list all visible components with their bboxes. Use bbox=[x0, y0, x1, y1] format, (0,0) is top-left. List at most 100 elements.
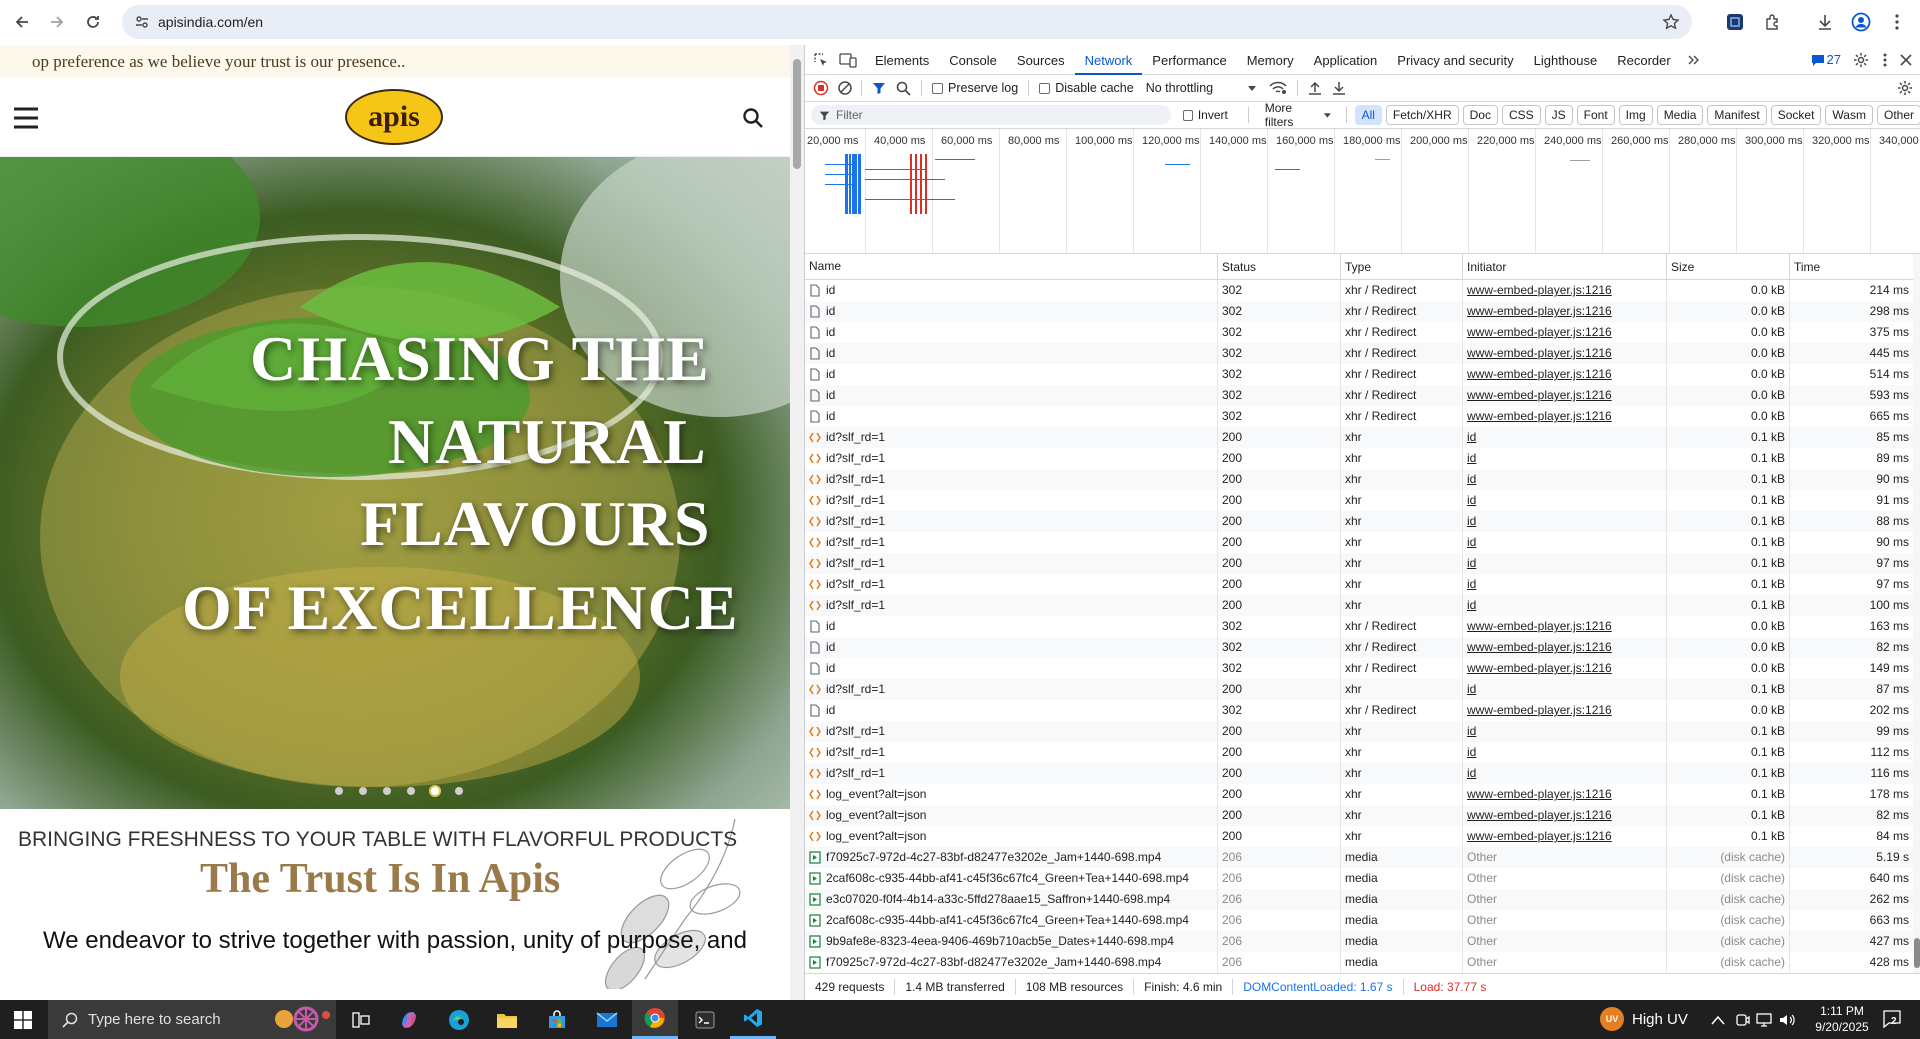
type-filter-wasm[interactable]: Wasm bbox=[1825, 105, 1873, 125]
column-header-size[interactable]: Size bbox=[1667, 254, 1790, 279]
copilot-button[interactable] bbox=[386, 1000, 432, 1039]
column-header-type[interactable]: Type bbox=[1341, 254, 1463, 279]
devtools-settings-gear-icon[interactable] bbox=[1853, 52, 1869, 68]
initiator-link[interactable]: www-embed-player.js:1216 bbox=[1467, 388, 1612, 402]
more-filters-dropdown[interactable]: More filters bbox=[1265, 101, 1332, 129]
disable-cache-checkbox[interactable] bbox=[1039, 82, 1051, 94]
initiator-link[interactable]: www-embed-player.js:1216 bbox=[1467, 367, 1612, 381]
request-name-cell[interactable]: id?slf_rd=1 bbox=[805, 721, 1218, 742]
store-button[interactable] bbox=[534, 1000, 580, 1039]
request-name-cell[interactable]: log_event?alt=json bbox=[805, 784, 1218, 805]
request-name-cell[interactable]: id bbox=[805, 700, 1218, 721]
table-scrollbar-thumb[interactable] bbox=[1914, 938, 1920, 968]
table-row[interactable]: id 302 xhr / Redirect www-embed-player.js:1… bbox=[805, 343, 1913, 364]
column-header-name[interactable]: Name bbox=[805, 254, 1218, 279]
devtools-close-icon[interactable] bbox=[1900, 54, 1912, 66]
initiator-cell[interactable]: www-embed-player.js:1216 bbox=[1463, 700, 1667, 721]
page-scrollbar[interactable] bbox=[790, 45, 804, 1000]
system-clock[interactable]: 1:11 PM 9/20/2025 bbox=[1806, 1003, 1878, 1035]
initiator-link[interactable]: id bbox=[1467, 535, 1476, 549]
table-scrollbar[interactable] bbox=[1913, 254, 1920, 973]
request-name-cell[interactable]: id?slf_rd=1 bbox=[805, 490, 1218, 511]
table-row[interactable]: 2caf608c-c935-44bb-af41-c45f36c67fc4_Gre… bbox=[805, 910, 1913, 931]
request-name-cell[interactable]: id bbox=[805, 658, 1218, 679]
type-filter-fetch-xhr[interactable]: Fetch/XHR bbox=[1385, 105, 1459, 125]
carousel-dot[interactable] bbox=[455, 787, 463, 795]
type-filter-js[interactable]: JS bbox=[1544, 105, 1573, 125]
initiator-link[interactable]: www-embed-player.js:1216 bbox=[1467, 619, 1612, 633]
carousel-dot[interactable] bbox=[359, 787, 367, 795]
table-row[interactable]: f70925c7-972d-4c27-83bf-d82477e3202e_Jam… bbox=[805, 847, 1913, 868]
issues-counter[interactable]: 27 bbox=[1811, 52, 1841, 67]
downloads-button[interactable] bbox=[1808, 5, 1842, 39]
table-row[interactable]: id?slf_rd=1 200 xhr id 0.1 kB 88 ms bbox=[805, 511, 1913, 532]
initiator-cell[interactable]: www-embed-player.js:1216 bbox=[1463, 805, 1667, 826]
request-name-cell[interactable]: id?slf_rd=1 bbox=[805, 532, 1218, 553]
url-text[interactable]: apisindia.com/en bbox=[158, 14, 263, 30]
initiator-cell[interactable]: www-embed-player.js:1216 bbox=[1463, 322, 1667, 343]
device-toolbar-icon[interactable] bbox=[839, 52, 857, 68]
request-name-cell[interactable]: id?slf_rd=1 bbox=[805, 679, 1218, 700]
column-header-initiator[interactable]: Initiator bbox=[1463, 254, 1667, 279]
table-row[interactable]: log_event?alt=json 200 xhr www-embed-player… bbox=[805, 805, 1913, 826]
initiator-link[interactable]: id bbox=[1467, 577, 1476, 591]
request-name-cell[interactable]: id?slf_rd=1 bbox=[805, 595, 1218, 616]
initiator-link[interactable]: www-embed-player.js:1216 bbox=[1467, 304, 1612, 318]
initiator-cell[interactable]: id bbox=[1463, 427, 1667, 448]
initiator-cell[interactable]: www-embed-player.js:1216 bbox=[1463, 343, 1667, 364]
tab-lighthouse[interactable]: Lighthouse bbox=[1524, 45, 1608, 75]
type-filter-img[interactable]: Img bbox=[1618, 105, 1653, 125]
request-name-cell[interactable]: id?slf_rd=1 bbox=[805, 448, 1218, 469]
file-explorer-button[interactable] bbox=[484, 1000, 530, 1039]
table-row[interactable]: id?slf_rd=1 200 xhr id 0.1 kB 89 ms bbox=[805, 448, 1913, 469]
carousel-dot[interactable] bbox=[335, 787, 343, 795]
table-row[interactable]: 9b9afe8e-8323-4eea-9406-469b710acb5e_Dat… bbox=[805, 931, 1913, 952]
type-filter-media[interactable]: Media bbox=[1656, 105, 1704, 125]
show-hidden-icons-chevron-icon[interactable] bbox=[1711, 1015, 1725, 1025]
initiator-link[interactable]: www-embed-player.js:1216 bbox=[1467, 661, 1612, 675]
request-name-cell[interactable]: f70925c7-972d-4c27-83bf-d82477e3202e_Jam… bbox=[805, 952, 1218, 973]
table-row[interactable]: id?slf_rd=1 200 xhr id 0.1 kB 90 ms bbox=[805, 469, 1913, 490]
column-header-status[interactable]: Status bbox=[1218, 254, 1341, 279]
chrome-taskbar-button[interactable] bbox=[632, 1000, 678, 1039]
type-filter-manifest[interactable]: Manifest bbox=[1707, 105, 1767, 125]
initiator-cell[interactable]: www-embed-player.js:1216 bbox=[1463, 280, 1667, 301]
carousel-dot[interactable] bbox=[431, 787, 439, 795]
tab-memory[interactable]: Memory bbox=[1237, 45, 1304, 75]
initiator-cell[interactable]: id bbox=[1463, 490, 1667, 511]
meet-now-icon[interactable] bbox=[1736, 1012, 1750, 1028]
type-filter-other[interactable]: Other bbox=[1876, 105, 1920, 125]
initiator-cell[interactable]: id bbox=[1463, 511, 1667, 532]
initiator-cell[interactable]: id bbox=[1463, 679, 1667, 700]
site-settings-icon[interactable] bbox=[134, 14, 150, 30]
initiator-link[interactable]: www-embed-player.js:1216 bbox=[1467, 787, 1612, 801]
request-name-cell[interactable]: id?slf_rd=1 bbox=[805, 469, 1218, 490]
initiator-link[interactable]: www-embed-player.js:1216 bbox=[1467, 703, 1612, 717]
table-row[interactable]: f70925c7-972d-4c27-83bf-d82477e3202e_Jam… bbox=[805, 952, 1913, 973]
reload-button[interactable] bbox=[76, 5, 110, 39]
carousel-dot[interactable] bbox=[407, 787, 415, 795]
initiator-link[interactable]: id bbox=[1467, 493, 1476, 507]
tab-network[interactable]: Network bbox=[1074, 45, 1143, 75]
search-icon[interactable] bbox=[742, 107, 764, 129]
vscode-button[interactable] bbox=[730, 1000, 776, 1039]
tab-performance[interactable]: Performance bbox=[1142, 45, 1236, 75]
site-logo[interactable]: apis bbox=[345, 89, 443, 145]
table-row[interactable]: id?slf_rd=1 200 xhr id 0.1 kB 112 ms bbox=[805, 742, 1913, 763]
initiator-cell[interactable]: id bbox=[1463, 763, 1667, 784]
table-row[interactable]: id 302 xhr / Redirect www-embed-player.js:1… bbox=[805, 322, 1913, 343]
initiator-link[interactable]: www-embed-player.js:1216 bbox=[1467, 283, 1612, 297]
table-row[interactable]: e3c07020-f0f4-4b14-a33c-5ffd278aae15_Saf… bbox=[805, 889, 1913, 910]
tab-privacy-and-security[interactable]: Privacy and security bbox=[1387, 45, 1523, 75]
chrome-menu-button[interactable] bbox=[1880, 5, 1914, 39]
tab-application[interactable]: Application bbox=[1304, 45, 1388, 75]
request-name-cell[interactable]: f70925c7-972d-4c27-83bf-d82477e3202e_Jam… bbox=[805, 847, 1218, 868]
table-row[interactable]: id?slf_rd=1 200 xhr id 0.1 kB 90 ms bbox=[805, 532, 1913, 553]
type-filter-css[interactable]: CSS bbox=[1501, 105, 1541, 125]
table-row[interactable]: id?slf_rd=1 200 xhr id 0.1 kB 85 ms bbox=[805, 427, 1913, 448]
column-header-time[interactable]: Time bbox=[1790, 254, 1913, 279]
table-row[interactable]: id?slf_rd=1 200 xhr id 0.1 kB 91 ms bbox=[805, 490, 1913, 511]
notification-center-button[interactable]: 2 bbox=[1882, 1009, 1902, 1029]
volume-speaker-icon[interactable] bbox=[1779, 1013, 1797, 1027]
request-name-cell[interactable]: id?slf_rd=1 bbox=[805, 574, 1218, 595]
